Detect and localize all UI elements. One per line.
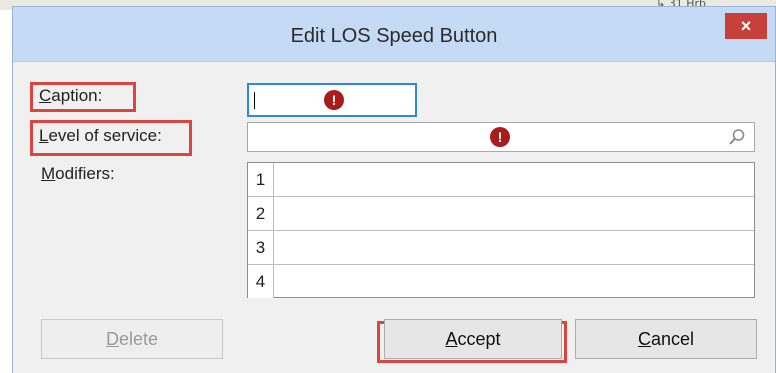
- modifiers-label: Modifiers:: [41, 164, 115, 183]
- row-number: 2: [248, 197, 274, 230]
- search-icon[interactable]: [728, 128, 746, 146]
- modifier-cell[interactable]: [275, 163, 754, 196]
- table-row: 1: [248, 163, 754, 197]
- row-number: 3: [248, 231, 274, 264]
- modifier-cell[interactable]: [275, 197, 754, 230]
- text-caret: [254, 92, 255, 109]
- error-icon: !: [490, 127, 510, 147]
- close-button[interactable]: ×: [725, 13, 767, 39]
- delete-button[interactable]: Delete: [41, 319, 223, 359]
- level-of-service-label: Level of service:: [39, 126, 162, 145]
- modifiers-grid: 1 2 3 4: [247, 162, 755, 298]
- dialog-title: Edit LOS Speed Button: [290, 25, 498, 47]
- table-row: 2: [248, 197, 754, 231]
- accept-button[interactable]: Accept: [384, 319, 562, 359]
- table-row: 3: [248, 231, 754, 265]
- close-icon: ×: [740, 16, 752, 36]
- modifier-cell[interactable]: [275, 265, 754, 298]
- table-row: 4: [248, 265, 754, 299]
- caption-label: Caption:: [39, 86, 103, 105]
- level-of-service-input[interactable]: !: [247, 122, 755, 152]
- edit-los-speed-button-dialog: Edit LOS Speed Button × Caption: ! Level…: [12, 6, 776, 373]
- error-icon: !: [324, 90, 344, 110]
- caption-input[interactable]: !: [247, 83, 417, 117]
- cancel-button[interactable]: Cancel: [575, 319, 757, 359]
- row-number: 4: [248, 265, 274, 298]
- title-bar: Edit LOS Speed Button ×: [13, 7, 775, 61]
- modifier-cell[interactable]: [275, 231, 754, 264]
- row-number: 1: [248, 163, 274, 196]
- dialog-body: Caption: ! Level of service: ! Modifiers…: [13, 61, 775, 373]
